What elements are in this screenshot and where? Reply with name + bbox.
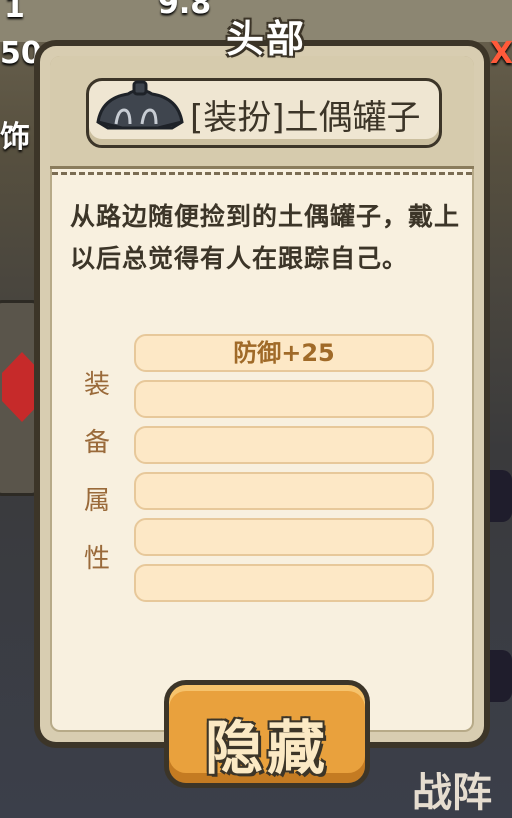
divider bbox=[52, 172, 472, 175]
item-description: 从路边随便捡到的土偶罐子，戴上以后总觉得有人在跟踪自己。 bbox=[70, 202, 461, 273]
hide-button-label: 隐藏 bbox=[204, 714, 329, 782]
top-left-number: 1 bbox=[4, 0, 25, 25]
left-side-text: 饰 bbox=[0, 120, 30, 155]
attribute-row: 防御+25 bbox=[134, 334, 434, 372]
popup-title-plate: 头部 bbox=[216, 8, 316, 61]
attribute-row bbox=[134, 518, 434, 556]
top-number: 9.8 bbox=[158, 0, 212, 21]
attr-label-char: 性 bbox=[83, 544, 110, 574]
attribute-row bbox=[134, 380, 434, 418]
bottom-right-label: 战阵 bbox=[412, 770, 492, 816]
attr-label-char: 属 bbox=[83, 486, 110, 516]
right-text: X bbox=[490, 36, 512, 71]
attr-label-char: 备 bbox=[83, 428, 110, 458]
attr-label-char: 装 bbox=[83, 370, 110, 400]
popup-title: 头部 bbox=[225, 17, 306, 61]
hide-button[interactable]: 隐藏 bbox=[164, 680, 370, 788]
attribute-row bbox=[134, 472, 434, 510]
clay-pot-helmet-icon bbox=[92, 78, 188, 142]
item-name: [装扮]土偶罐子 bbox=[190, 98, 421, 138]
attribute-row bbox=[134, 564, 434, 602]
attribute-row bbox=[134, 426, 434, 464]
